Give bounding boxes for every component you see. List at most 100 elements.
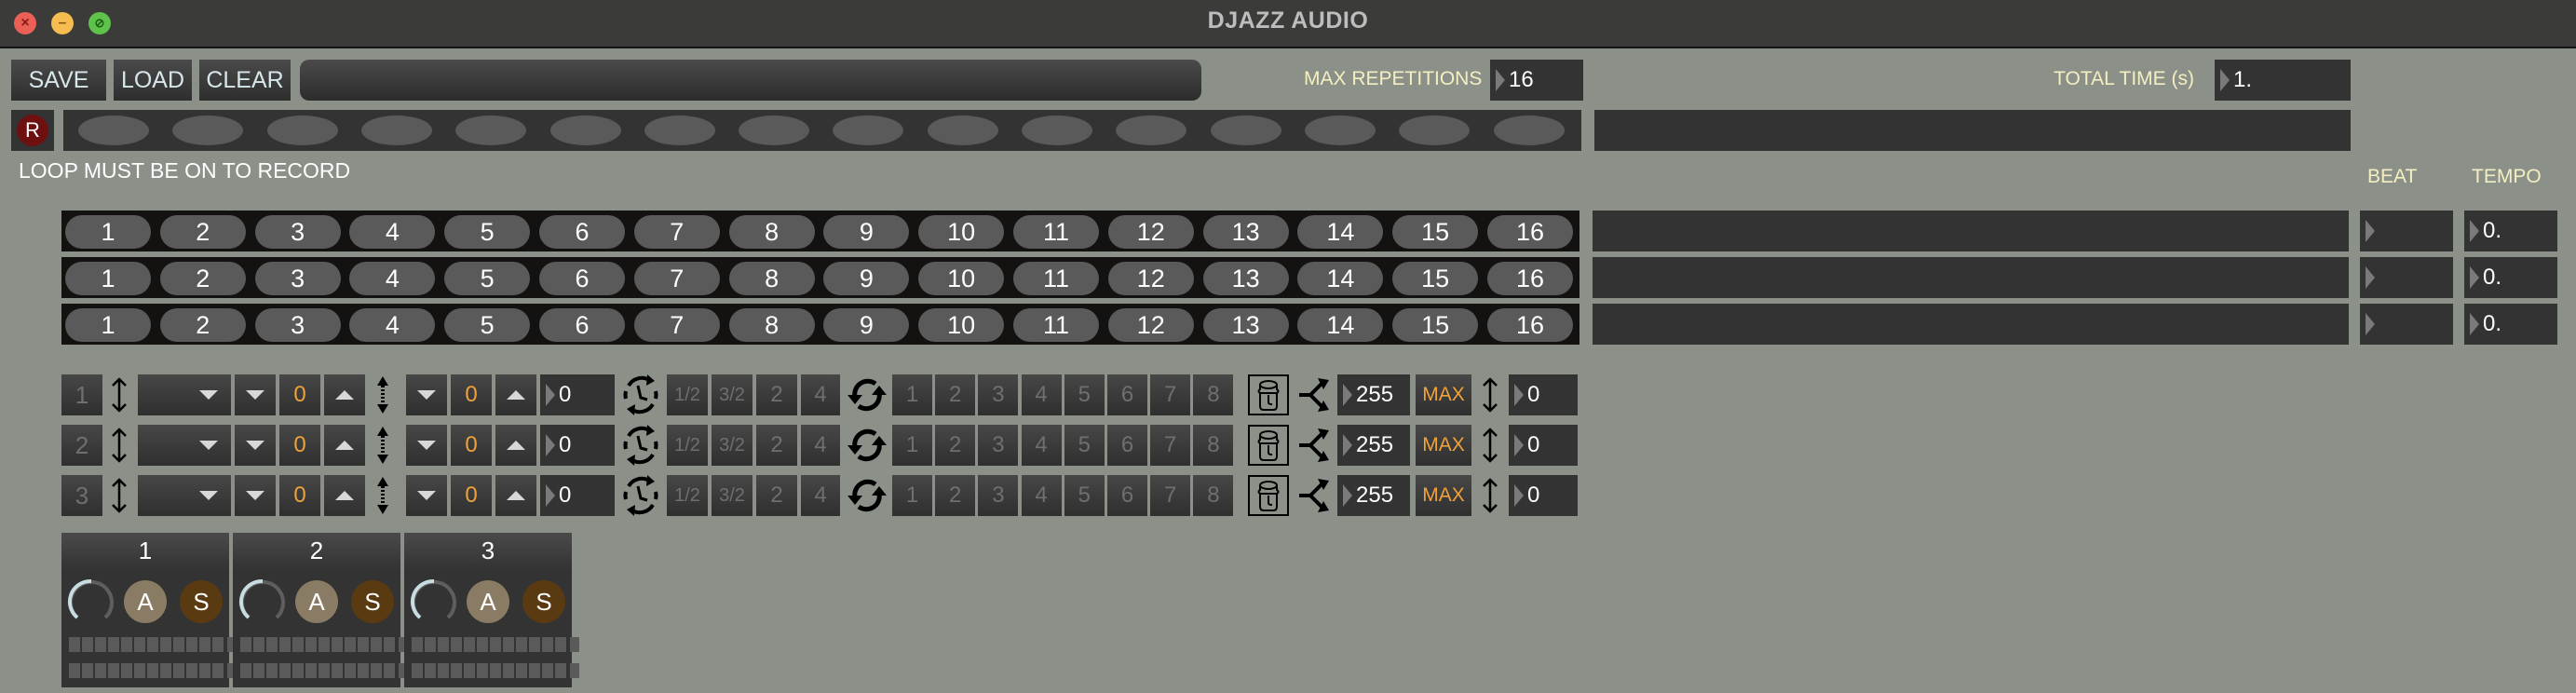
repeat-count-button[interactable]: 2: [935, 374, 976, 415]
offset-value[interactable]: 0: [451, 475, 492, 516]
repeat-count-button[interactable]: 7: [1150, 374, 1191, 415]
repeat-count-button[interactable]: 5: [1064, 425, 1105, 466]
transpose-down-button[interactable]: [235, 425, 276, 466]
offset-value[interactable]: 0: [451, 374, 492, 415]
clock-cycle-icon[interactable]: [621, 374, 660, 415]
repeat-count-button[interactable]: 4: [1021, 425, 1062, 466]
repeat-icon[interactable]: [847, 374, 887, 415]
s-button[interactable]: S: [351, 580, 394, 623]
loop-step-button[interactable]: 10: [918, 262, 1005, 295]
loop-step-button[interactable]: 6: [539, 262, 625, 295]
repeat-count-button[interactable]: 6: [1107, 475, 1147, 516]
vertical-resize-icon[interactable]: [108, 475, 130, 516]
speed-button[interactable]: 3/2: [712, 475, 752, 516]
transpose-up-button[interactable]: [324, 425, 365, 466]
tempo-input[interactable]: 0.: [2464, 211, 2557, 251]
beat-input[interactable]: [2360, 257, 2453, 298]
speed-button[interactable]: 3/2: [712, 374, 752, 415]
track-dropdown[interactable]: [138, 425, 231, 466]
repeat-count-button[interactable]: 3: [978, 374, 1019, 415]
repeat-icon[interactable]: [847, 475, 887, 516]
record-slot[interactable]: [833, 116, 904, 145]
speed-button[interactable]: 4: [801, 374, 840, 415]
loop-step-button[interactable]: 5: [444, 262, 531, 295]
track-dropdown[interactable]: [138, 374, 231, 415]
jar-icon[interactable]: [1248, 374, 1289, 415]
jar-icon[interactable]: [1248, 425, 1289, 466]
repeat-count-button[interactable]: 7: [1150, 425, 1191, 466]
loop-step-button[interactable]: 16: [1487, 215, 1573, 249]
transpose-value[interactable]: 0: [279, 425, 320, 466]
shift-input[interactable]: 0: [1509, 425, 1578, 466]
loop-step-button[interactable]: 7: [633, 262, 720, 295]
loop-step-button[interactable]: 15: [1392, 262, 1479, 295]
max-repetitions-input[interactable]: 16: [1490, 60, 1583, 101]
loop-step-button[interactable]: 16: [1487, 308, 1573, 342]
vertical-resize-icon[interactable]: [108, 425, 130, 466]
loop-step-button[interactable]: 13: [1202, 215, 1289, 249]
offset-value[interactable]: 0: [451, 425, 492, 466]
loop-step-button[interactable]: 16: [1487, 262, 1573, 295]
volume-knob[interactable]: [67, 578, 115, 631]
max-button[interactable]: MAX: [1416, 425, 1471, 466]
offset-up-button[interactable]: [495, 475, 536, 516]
loop-step-button[interactable]: 14: [1297, 215, 1384, 249]
velocity-input[interactable]: 255: [1337, 475, 1410, 516]
record-slot[interactable]: [266, 116, 338, 145]
repeat-count-button[interactable]: 1: [892, 475, 932, 516]
beat-input[interactable]: [2360, 304, 2453, 345]
volume-knob[interactable]: [410, 578, 458, 631]
clock-cycle-icon[interactable]: [621, 425, 660, 466]
loop-step-button[interactable]: 11: [1013, 215, 1099, 249]
max-button[interactable]: MAX: [1416, 374, 1471, 415]
record-slot[interactable]: [455, 116, 527, 145]
loop-step-button[interactable]: 8: [728, 215, 815, 249]
repeat-icon[interactable]: [847, 425, 887, 466]
repeat-count-button[interactable]: 7: [1150, 475, 1191, 516]
tempo-input[interactable]: 0.: [2464, 257, 2557, 298]
repeat-count-button[interactable]: 2: [935, 475, 976, 516]
loop-step-button[interactable]: 5: [444, 215, 531, 249]
loop-step-button[interactable]: 3: [254, 215, 341, 249]
shift-input[interactable]: 0: [1509, 374, 1578, 415]
repeat-count-button[interactable]: 6: [1107, 425, 1147, 466]
loop-step-button[interactable]: 10: [918, 308, 1005, 342]
loop-step-button[interactable]: 7: [633, 215, 720, 249]
loop-step-button[interactable]: 2: [159, 215, 246, 249]
loop-step-button[interactable]: 8: [728, 308, 815, 342]
offset-up-button[interactable]: [495, 374, 536, 415]
volume-knob[interactable]: [238, 578, 287, 631]
a-button[interactable]: A: [467, 580, 509, 623]
speed-button[interactable]: 2: [756, 475, 797, 516]
record-slot[interactable]: [360, 116, 432, 145]
clock-cycle-icon[interactable]: [621, 475, 660, 516]
offset-up-button[interactable]: [495, 425, 536, 466]
loop-step-button[interactable]: 9: [823, 215, 910, 249]
record-button-container[interactable]: R: [11, 110, 54, 151]
offset-down-button[interactable]: [406, 374, 447, 415]
speed-button[interactable]: 4: [801, 475, 840, 516]
loop-step-button[interactable]: 13: [1202, 308, 1289, 342]
speed-button[interactable]: 3/2: [712, 425, 752, 466]
loop-step-button[interactable]: 1: [65, 215, 151, 249]
repeat-count-button[interactable]: 1: [892, 425, 932, 466]
loop-step-button[interactable]: 6: [539, 215, 625, 249]
loop-step-button[interactable]: 4: [349, 308, 436, 342]
repeat-count-button[interactable]: 1: [892, 374, 932, 415]
loop-step-button[interactable]: 3: [254, 308, 341, 342]
loop-step-button[interactable]: 9: [823, 262, 910, 295]
speed-button[interactable]: 1/2: [667, 425, 708, 466]
loop-step-button[interactable]: 12: [1107, 308, 1194, 342]
velocity-input[interactable]: 255: [1337, 425, 1410, 466]
loop-step-button[interactable]: 11: [1013, 262, 1099, 295]
speed-button[interactable]: 2: [756, 374, 797, 415]
loop-step-button[interactable]: 15: [1392, 308, 1479, 342]
loop-step-button[interactable]: 8: [728, 262, 815, 295]
transpose-value[interactable]: 0: [279, 374, 320, 415]
repeat-count-button[interactable]: 8: [1193, 475, 1234, 516]
loop-step-button[interactable]: 10: [918, 215, 1005, 249]
total-time-input[interactable]: 1.: [2215, 60, 2351, 101]
speed-button[interactable]: 1/2: [667, 475, 708, 516]
record-slot[interactable]: [739, 116, 810, 145]
record-slot[interactable]: [927, 116, 998, 145]
